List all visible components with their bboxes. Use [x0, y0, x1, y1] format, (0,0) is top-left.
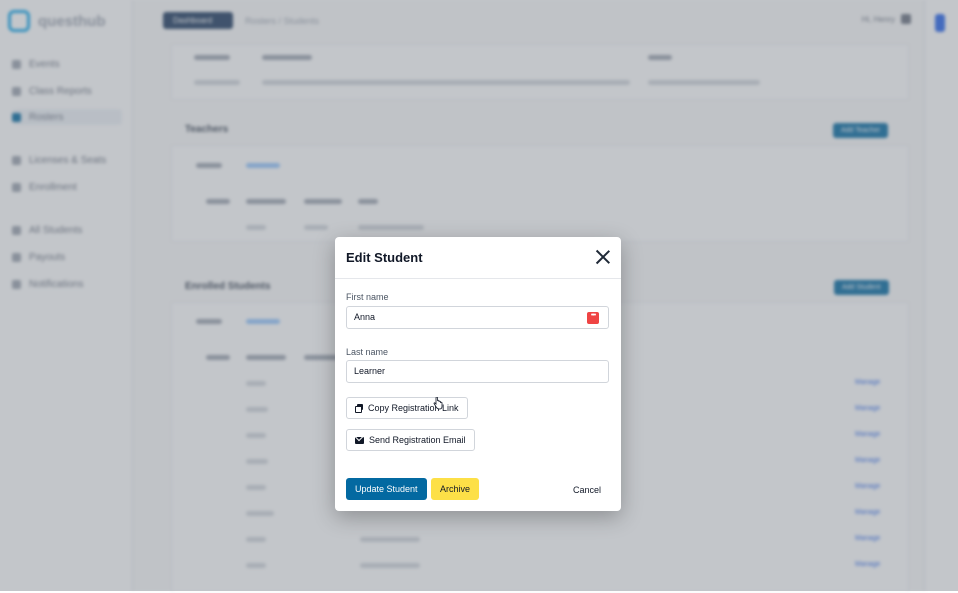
send-registration-email-button[interactable]: Send Registration Email [346, 429, 475, 451]
first-name-field[interactable] [346, 306, 609, 329]
archive-button[interactable]: Archive [431, 478, 480, 500]
first-name-input[interactable] [354, 312, 574, 322]
modal-header: Edit Student [335, 237, 621, 279]
cursor-icon [433, 397, 443, 410]
first-name-label: First name [346, 292, 389, 302]
copy-registration-link-button[interactable]: Copy Registration Link [346, 397, 468, 419]
envelope-icon [355, 436, 364, 444]
copy-icon [355, 404, 363, 413]
close-icon[interactable] [595, 249, 611, 265]
password-manager-icon[interactable] [587, 310, 599, 324]
update-student-button[interactable]: Update Student [346, 478, 427, 500]
copy-registration-link-label: Copy Registration Link [368, 403, 459, 413]
last-name-input[interactable] [354, 366, 574, 376]
cancel-button[interactable]: Cancel [573, 485, 601, 495]
last-name-label: Last name [346, 347, 389, 357]
edit-student-modal: Edit Student First name Last name Copy R… [335, 237, 621, 511]
last-name-field[interactable] [346, 360, 609, 383]
send-registration-email-label: Send Registration Email [369, 435, 466, 445]
modal-title: Edit Student [346, 250, 423, 265]
